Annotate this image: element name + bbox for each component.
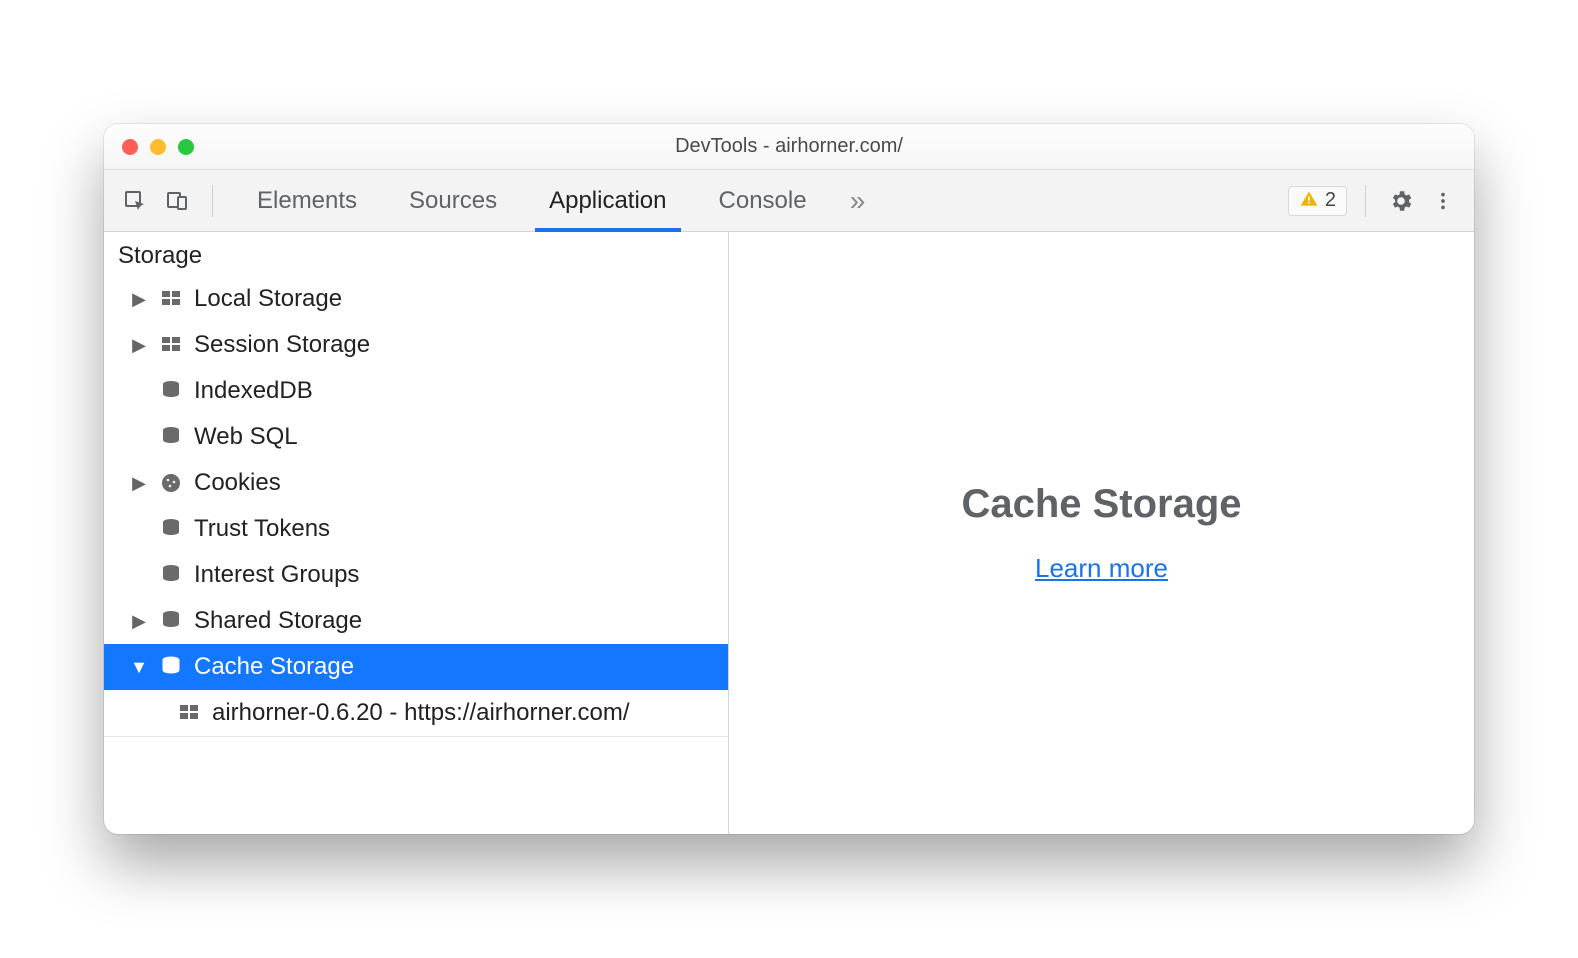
table-icon [176, 700, 202, 726]
collapse-icon: ▼ [130, 657, 148, 678]
maximize-window-button[interactable] [178, 139, 194, 155]
sidebar-item-trust-tokens[interactable]: ▶ Trust Tokens [104, 506, 728, 552]
tree-label: Cookies [194, 469, 281, 497]
main-panel: Cache Storage Learn more [729, 232, 1474, 834]
sidebar-item-shared-storage[interactable]: ▶ Shared Storage [104, 598, 728, 644]
tree-label: Local Storage [194, 285, 342, 313]
device-toggle-icon[interactable] [160, 184, 194, 218]
sidebar-section-storage: Storage [104, 232, 728, 276]
database-icon [158, 516, 184, 542]
content: Storage ▶ Local Storage ▶ Session Storag… [104, 232, 1474, 834]
tree-label: Shared Storage [194, 607, 362, 635]
sidebar-item-indexeddb[interactable]: ▶ IndexedDB [104, 368, 728, 414]
warning-icon [1299, 189, 1319, 213]
tree-label: Session Storage [194, 331, 370, 359]
expand-icon: ▶ [130, 289, 148, 310]
toolbar-divider-2 [1365, 185, 1366, 217]
tab-console[interactable]: Console [693, 170, 833, 231]
toolbar-divider [212, 185, 213, 217]
minimize-window-button[interactable] [150, 139, 166, 155]
tree-label: Trust Tokens [194, 515, 330, 543]
learn-more-link[interactable]: Learn more [1035, 553, 1168, 584]
more-tabs-chevron-icon[interactable]: » [841, 184, 875, 218]
tree-label: Cache Storage [194, 653, 354, 681]
issues-badge[interactable]: 2 [1288, 186, 1347, 216]
panel-tabs: Elements Sources Application Console [231, 170, 833, 231]
database-icon [158, 562, 184, 588]
cookie-icon [158, 470, 184, 496]
sidebar-item-cache-storage[interactable]: ▼ Cache Storage [104, 644, 728, 690]
expand-icon: ▶ [130, 335, 148, 356]
sidebar-item-local-storage[interactable]: ▶ Local Storage [104, 276, 728, 322]
sidebar-item-session-storage[interactable]: ▶ Session Storage [104, 322, 728, 368]
tree-label: IndexedDB [194, 377, 313, 405]
database-icon [158, 424, 184, 450]
tree-label: Interest Groups [194, 561, 359, 589]
issues-count: 2 [1325, 189, 1336, 212]
sidebar-item-interest-groups[interactable]: ▶ Interest Groups [104, 552, 728, 598]
window-title: DevTools - airhorner.com/ [104, 135, 1474, 158]
toolbar: Elements Sources Application Console » 2 [104, 170, 1474, 232]
database-icon [158, 378, 184, 404]
devtools-window: DevTools - airhorner.com/ Elements Sourc… [104, 124, 1474, 834]
sidebar-divider [104, 736, 728, 737]
settings-gear-icon[interactable] [1384, 184, 1418, 218]
tab-sources[interactable]: Sources [383, 170, 523, 231]
main-heading: Cache Storage [961, 482, 1241, 527]
sidebar-item-cookies[interactable]: ▶ Cookies [104, 460, 728, 506]
close-window-button[interactable] [122, 139, 138, 155]
sidebar-item-web-sql[interactable]: ▶ Web SQL [104, 414, 728, 460]
sidebar: Storage ▶ Local Storage ▶ Session Storag… [104, 232, 729, 834]
expand-icon: ▶ [130, 473, 148, 494]
tab-application[interactable]: Application [523, 170, 692, 231]
expand-icon: ▶ [130, 611, 148, 632]
tree-label: airhorner-0.6.20 - https://airhorner.com… [212, 699, 630, 727]
more-menu-icon[interactable] [1426, 184, 1460, 218]
table-icon [158, 286, 184, 312]
inspect-icon[interactable] [118, 184, 152, 218]
database-icon [158, 654, 184, 680]
sidebar-item-cache-entry[interactable]: airhorner-0.6.20 - https://airhorner.com… [104, 690, 728, 736]
tab-elements[interactable]: Elements [231, 170, 383, 231]
titlebar: DevTools - airhorner.com/ [104, 124, 1474, 170]
database-icon [158, 608, 184, 634]
table-icon [158, 332, 184, 358]
tree-label: Web SQL [194, 423, 298, 451]
window-controls [122, 139, 194, 155]
